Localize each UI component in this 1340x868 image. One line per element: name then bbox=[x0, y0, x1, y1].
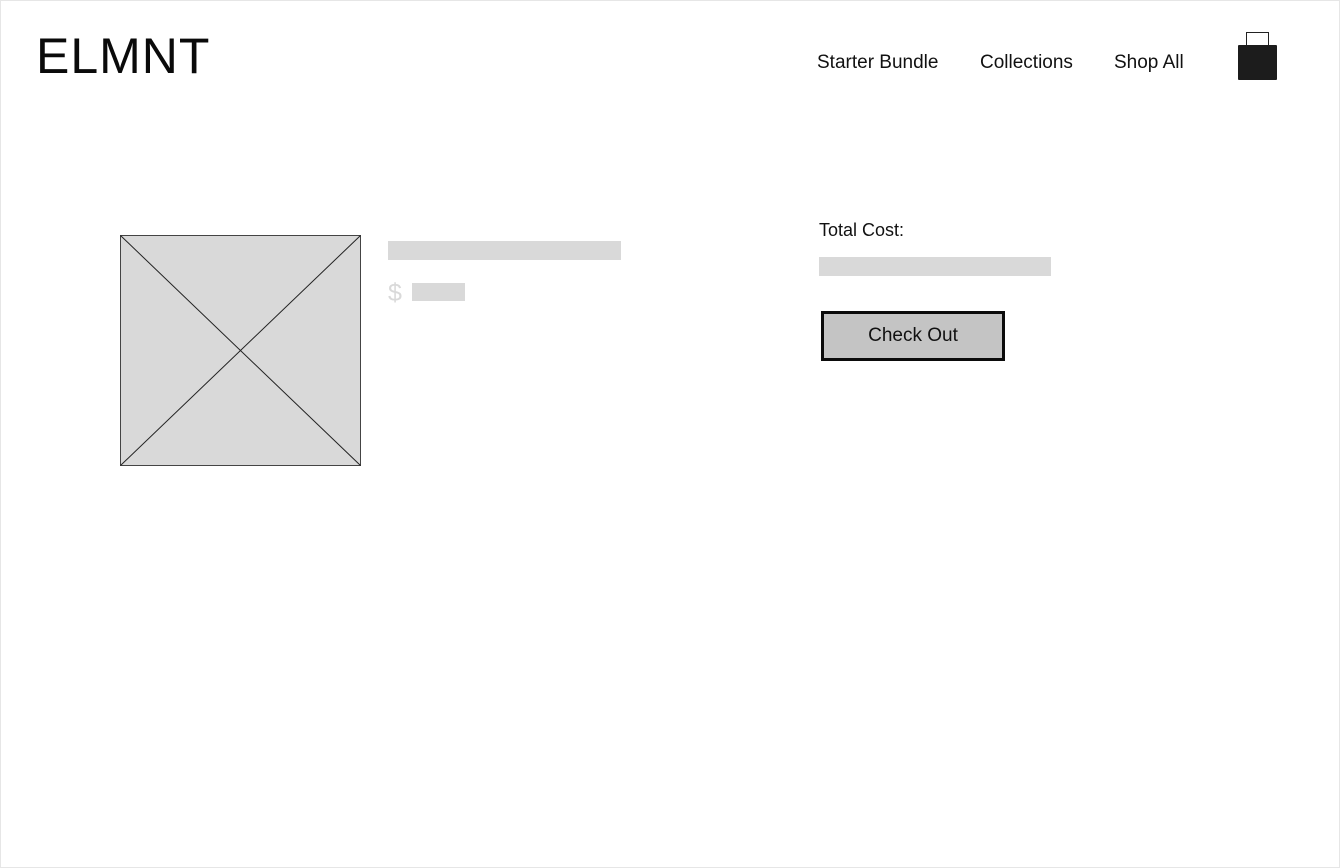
product-title-placeholder bbox=[388, 241, 621, 260]
main-nav: Starter Bundle Collections Shop All bbox=[0, 50, 1340, 76]
nav-link-collections[interactable]: Collections bbox=[980, 50, 1073, 76]
total-cost-placeholder bbox=[819, 257, 1051, 276]
shopping-bag-icon[interactable] bbox=[1238, 32, 1278, 80]
nav-link-shop-all[interactable]: Shop All bbox=[1114, 50, 1184, 76]
total-cost-label: Total Cost: bbox=[819, 220, 905, 240]
bag-body bbox=[1238, 45, 1277, 80]
image-placeholder-icon bbox=[120, 235, 361, 466]
checkout-button[interactable]: Check Out bbox=[821, 311, 1005, 361]
nav-link-starter-bundle[interactable]: Starter Bundle bbox=[817, 50, 938, 76]
bag-handle bbox=[1246, 32, 1269, 45]
currency-symbol: $ bbox=[388, 279, 402, 307]
product-price-placeholder bbox=[412, 283, 465, 301]
